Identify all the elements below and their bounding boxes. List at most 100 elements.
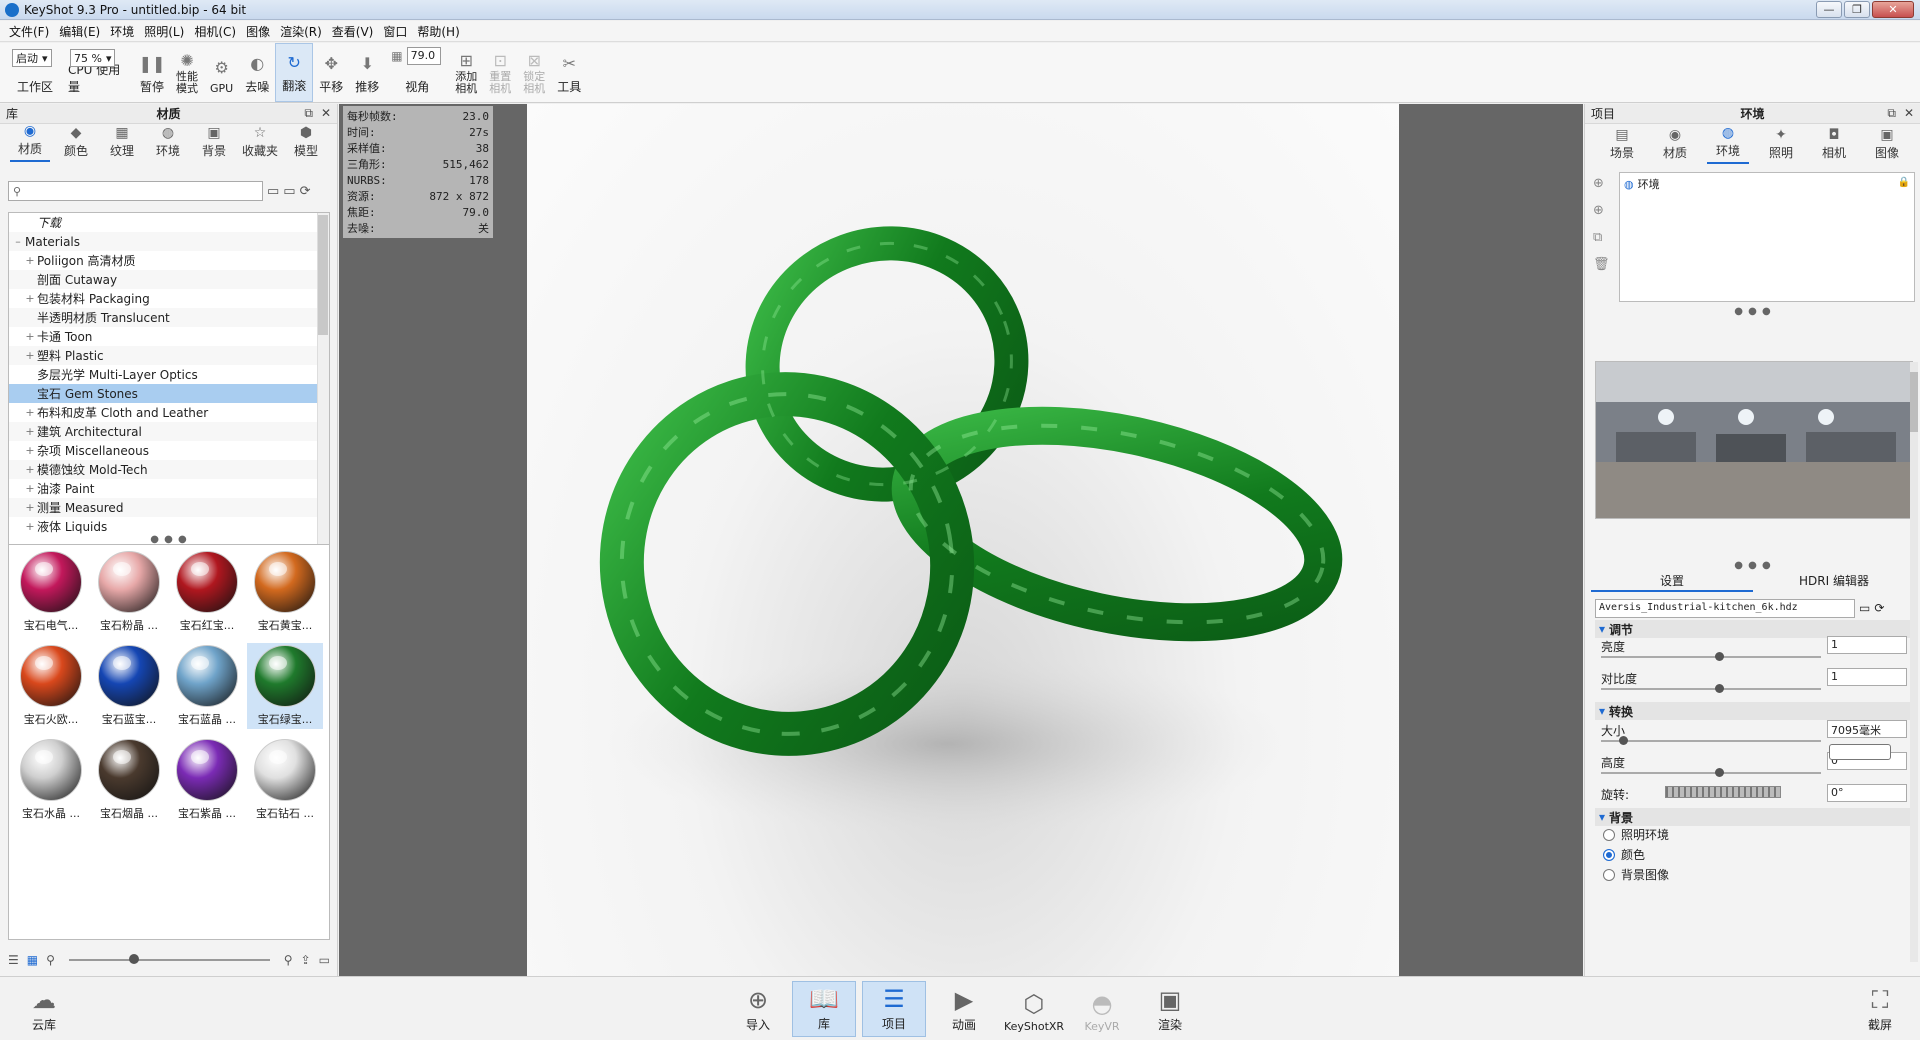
expand-toggle-icon[interactable]: + [23,254,37,267]
folder-open-icon[interactable]: ▭ [1859,601,1870,615]
performance-mode-button[interactable]: ✺ 性能 模式 [170,43,204,102]
library-search-input[interactable]: ⚲ [8,181,263,201]
material-thumbnail[interactable]: 宝石紫晶 ... [169,737,245,823]
workspace-select[interactable]: 启动 ▾ [12,49,52,67]
background-option-lighting[interactable]: 照明环境 [1603,826,1669,843]
contrast-input[interactable]: 1 [1827,668,1907,686]
tab-image[interactable]: ▣ 图像 [1866,124,1908,164]
material-thumbnail[interactable]: 宝石红宝... [169,549,245,635]
render-viewport[interactable]: 每秒帧数: 23.0 时间: 27s 采样值: 38 三角形: 515,462 NURBS: 17… [339,104,1583,976]
tree-item[interactable]: + 塑料 Plastic [9,346,329,365]
refresh-icon[interactable]: ⟳ [300,184,311,199]
duplicate-environment-icon[interactable]: ⊕ [1593,203,1610,218]
environment-list-item[interactable]: ◍ 环境 [1620,173,1914,195]
add-environment-icon[interactable]: ⊕ [1593,176,1610,191]
animation-button[interactable]: ▶ 动画 [932,981,996,1037]
gpu-button[interactable]: ⚙ GPU [204,43,239,102]
tab-scene[interactable]: ▤ 场景 [1601,124,1643,164]
project-scrollbar-thumb[interactable] [1910,372,1918,432]
expand-toggle-icon[interactable]: + [23,292,37,305]
tumble-button[interactable]: ↻ 翻滚 [275,43,314,102]
menu-render[interactable]: 渲染(R) [275,23,327,40]
slider-knob[interactable] [128,954,139,964]
size-slider[interactable] [1601,740,1821,742]
workspace-control[interactable]: 启动 ▾ 工作区 [8,43,62,102]
tab-material[interactable]: ◉ 材质 [1654,124,1696,164]
tab-material[interactable]: ◉ 材质 [10,123,50,162]
copy-environment-icon[interactable]: ⧉ [1593,230,1610,245]
keyvr-button[interactable]: ◓ KeyVR [1070,981,1134,1037]
material-thumbnail[interactable]: 宝石蓝宝... [91,643,167,729]
tab-texture[interactable]: ▦ 纹理 [102,124,142,162]
material-thumbnail[interactable]: 宝石钻石 ... [247,737,323,823]
expand-toggle-icon[interactable]: + [23,463,37,476]
tree-item[interactable]: + 包装材料 Packaging [9,289,329,308]
material-thumbnail[interactable]: 宝石水晶 ... [13,737,89,823]
float-panel-icon[interactable]: ⧉ [1887,106,1896,121]
tab-color[interactable]: ◆ 颜色 [56,124,96,162]
expand-toggle-icon[interactable]: + [23,501,37,514]
render-button[interactable]: ▣ 渲染 [1138,981,1202,1037]
screenshot-button[interactable]: ⛶ 截屏 [1848,981,1912,1037]
tab-hdri-editor[interactable]: HDRI 编辑器 [1753,572,1915,592]
tree-item[interactable]: 半透明材质 Translucent [9,308,329,327]
rotation-input[interactable]: 0° [1827,784,1907,802]
material-thumbnail[interactable]: 宝石烟晶 ... [91,737,167,823]
material-thumbnail[interactable]: 宝石蓝晶 ... [169,643,245,729]
radio-button[interactable] [1603,828,1615,841]
folder-add-icon[interactable]: ▭ [283,184,295,199]
background-option-color[interactable]: 颜色 [1603,846,1645,863]
denoise-button[interactable]: ◐ 去噪 [239,43,275,102]
material-thumbnail[interactable]: 宝石火欧... [13,643,89,729]
tree-item[interactable]: + 布料和皮革 Cloth and Leather [9,403,329,422]
brightness-input[interactable]: 1 [1827,636,1907,654]
maximize-button[interactable]: ❐ [1844,1,1870,18]
menu-lighting[interactable]: 照明(L) [139,23,189,40]
project-button[interactable]: ☰ 项目 [862,981,926,1037]
zoom-out-icon[interactable]: ⚲ [46,953,55,967]
section-background[interactable]: ▾ 背景 [1595,808,1913,826]
expand-toggle-icon[interactable]: + [23,349,37,362]
project-scrollbar[interactable] [1910,362,1918,962]
menu-view[interactable]: 查看(V) [327,23,379,40]
delete-icon[interactable]: 🗑 [1593,257,1610,272]
tree-item[interactable]: + 油漆 Paint [9,479,329,498]
tree-item[interactable]: + Poliigon 高清材质 [9,251,329,270]
menu-camera[interactable]: 相机(C) [189,23,241,40]
folder-icon[interactable]: ▭ [319,953,330,967]
material-thumbnail[interactable]: 宝石电气... [13,549,89,635]
close-panel-icon[interactable]: ✕ [321,106,331,121]
size-slider-knob[interactable] [1619,736,1628,745]
size-input[interactable]: 7095毫米 [1827,720,1907,738]
hdri-preview[interactable] [1595,361,1913,519]
cpu-usage-select[interactable]: 75 % ▾ [70,49,116,67]
folder-open-icon[interactable]: ▭ [267,184,279,199]
close-button[interactable]: ✕ [1872,1,1914,18]
brightness-slider[interactable] [1601,656,1821,658]
background-option-image[interactable]: 背景图像 [1603,866,1669,883]
menu-image[interactable]: 图像 [241,23,275,40]
lock-icon[interactable]: 🔒 [1898,177,1910,188]
pan-button[interactable]: ✥ 平移 [313,43,349,102]
expand-toggle-icon[interactable]: + [23,444,37,457]
thumbnail-size-slider[interactable] [68,954,270,964]
rotation-dial[interactable] [1665,786,1781,798]
grid-view-icon[interactable]: ▦ [27,953,38,967]
menu-edit[interactable]: 编辑(E) [54,23,105,40]
tree-item[interactable]: 剖面 Cutaway [9,270,329,289]
height-slider-knob[interactable] [1715,768,1724,777]
tab-lighting[interactable]: ✦ 照明 [1760,124,1802,164]
hdri-file-field[interactable]: Aversis_Industrial-kitchen_6k.hdz [1595,598,1855,618]
contrast-slider-knob[interactable] [1715,684,1724,693]
splitter-handle[interactable]: ● ● ● [1585,306,1920,317]
minimize-button[interactable]: — [1816,1,1842,18]
expand-toggle-icon[interactable]: – [11,235,25,248]
upload-icon[interactable]: ⇪ [301,953,311,967]
expand-toggle-icon[interactable]: + [23,520,37,533]
splitter-handle[interactable]: ● ● ● [1585,560,1920,571]
cloud-library-button[interactable]: ☁ 云库 [12,981,76,1037]
tree-item[interactable]: + 模德蚀纹 Mold-Tech [9,460,329,479]
material-thumbnail[interactable]: 宝石黄宝... [247,549,323,635]
tab-settings[interactable]: 设置 [1591,572,1753,592]
dolly-button[interactable]: ⬇ 推移 [349,43,385,102]
